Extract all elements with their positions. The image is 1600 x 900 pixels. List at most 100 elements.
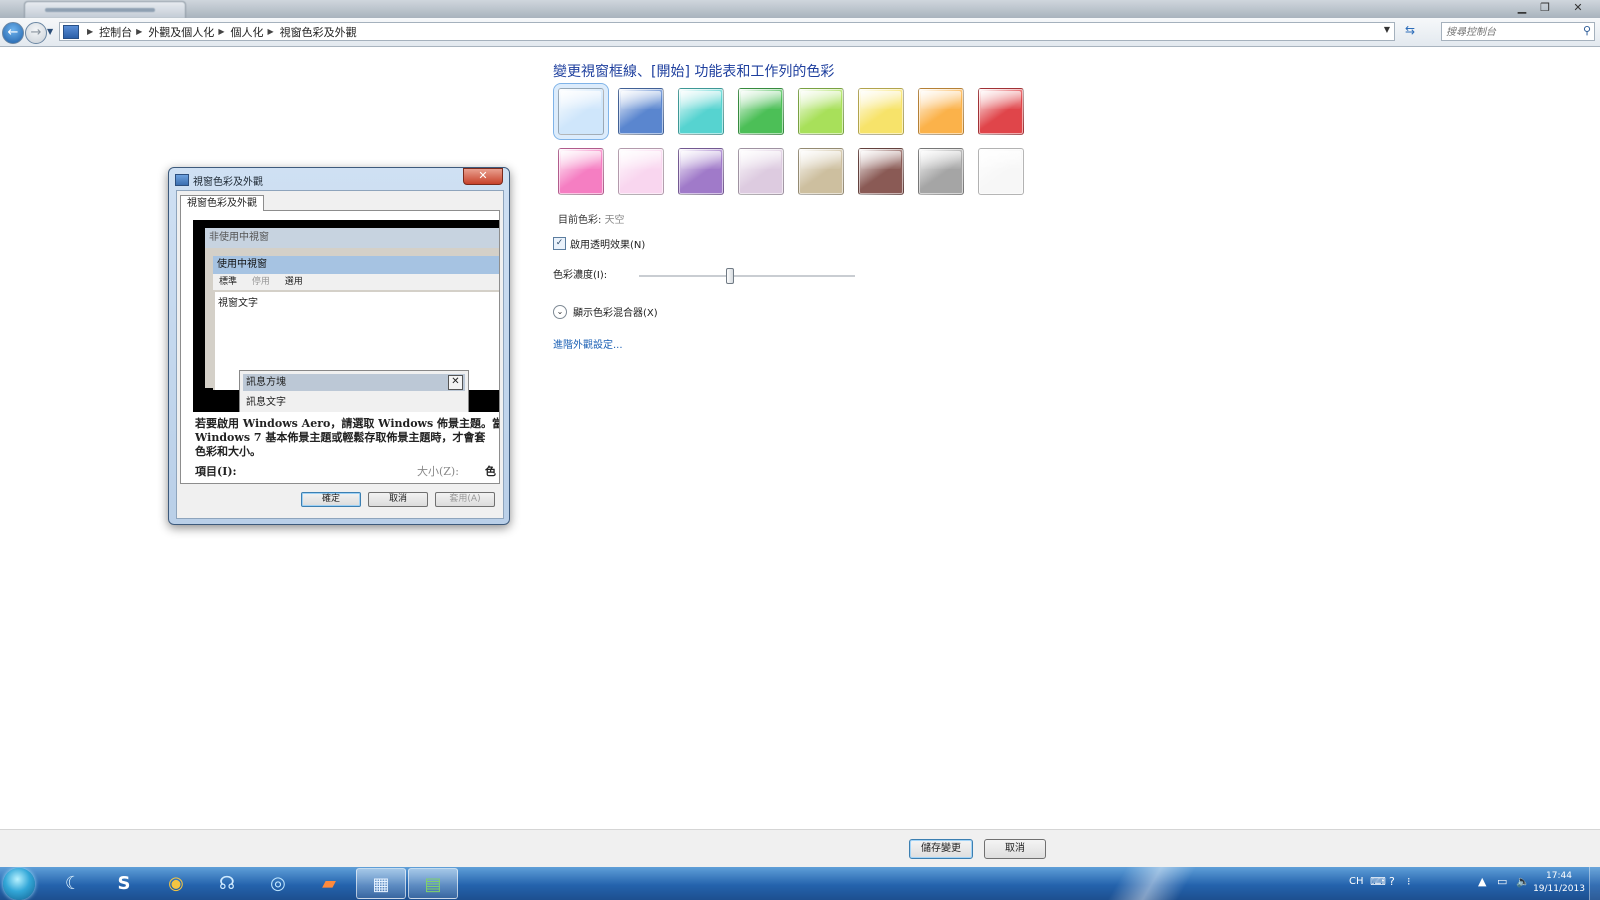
breadcrumb-arrow-icon[interactable]: ▶ — [136, 27, 142, 36]
color-swatch[interactable] — [558, 148, 604, 195]
maximize-button[interactable]: ❐ — [1536, 1, 1554, 15]
size-label: 大小(Z): — [417, 465, 459, 478]
taskbar-app-network-icon[interactable]: ☊ — [202, 868, 252, 899]
color-label: 色 — [485, 465, 496, 478]
breadcrumb-window-color[interactable]: 視窗色彩及外觀 — [280, 24, 357, 40]
dialog-close-button[interactable]: ✕ — [463, 168, 503, 185]
color-mixer-label: 顯示色彩混合器(X) — [573, 308, 658, 319]
cancel-button[interactable]: 取消 — [984, 839, 1046, 859]
taskbar-chrome-icon[interactable]: ◉ — [151, 868, 201, 899]
current-color-label: 目前色彩: — [558, 215, 602, 226]
message-box-text[interactable]: 訊息文字 — [240, 391, 468, 410]
page-title: 變更視窗框線、[開始] 功能表和工作列的色彩 — [553, 64, 835, 80]
appearance-preview[interactable]: 非使用中視窗 使用中視窗 標準 停用 選用 視窗文字 訊息方塊 ✕ 訊息文字 — [193, 220, 499, 412]
intensity-slider-thumb[interactable] — [725, 268, 734, 284]
search-field[interactable]: ⚲ — [1441, 22, 1595, 41]
menu-disabled[interactable]: 停用 — [252, 277, 270, 287]
window-title-bar: ▁ ❐ ✕ — [0, 0, 1600, 18]
color-swatch[interactable] — [678, 88, 724, 135]
color-swatch[interactable] — [978, 148, 1024, 195]
color-swatch[interactable] — [798, 88, 844, 135]
refresh-icon[interactable]: ⇆ — [1400, 23, 1420, 41]
taskbar-app-crescent-icon[interactable]: ☾ — [48, 868, 98, 899]
language-indicator[interactable]: CH — [1349, 876, 1364, 887]
save-changes-button[interactable]: 儲存變更 — [909, 839, 973, 859]
dialog-cancel-button[interactable]: 取消 — [368, 492, 428, 507]
color-swatch[interactable] — [618, 88, 664, 135]
chevron-down-icon[interactable]: ⌄ — [553, 304, 567, 319]
dialog-tab-panel: 非使用中視窗 使用中視窗 標準 停用 選用 視窗文字 訊息方塊 ✕ 訊息文字 若… — [180, 210, 500, 484]
color-swatch[interactable] — [918, 148, 964, 195]
message-box-title[interactable]: 訊息方塊 ✕ — [243, 374, 465, 391]
transparency-label: 啟用透明效果(N) — [570, 240, 646, 251]
color-swatch[interactable] — [678, 148, 724, 195]
aero-note-line: 若要啟用 Windows Aero，請選取 Windows 佈景主題。當 — [195, 417, 500, 430]
dialog-app-icon — [175, 174, 189, 186]
dialog-ok-button[interactable]: 確定 — [301, 492, 361, 507]
control-panel-icon — [63, 24, 79, 39]
taskbar-control-panel-icon[interactable]: ▦ — [356, 868, 406, 899]
intensity-slider-track[interactable] — [639, 275, 855, 278]
start-button[interactable] — [3, 868, 35, 900]
inactive-window-title[interactable]: 非使用中視窗 — [205, 228, 499, 248]
clock[interactable]: 17:44 19/11/2013 — [1530, 870, 1588, 896]
breadcrumb-appearance[interactable]: 外觀及個人化 — [148, 24, 214, 40]
close-icon: ✕ — [448, 375, 463, 390]
transparency-checkbox[interactable]: ✓ — [553, 237, 566, 250]
color-swatch[interactable] — [858, 148, 904, 195]
breadcrumb-personalization[interactable]: 個人化 — [230, 24, 263, 40]
transparency-option[interactable]: ✓ 啟用透明效果(N) — [553, 236, 645, 251]
color-swatch[interactable] — [918, 88, 964, 135]
forward-button[interactable]: → — [25, 22, 47, 44]
help-icon[interactable]: ? — [1389, 875, 1395, 888]
search-icon[interactable]: ⚲ — [1583, 24, 1591, 37]
color-swatch[interactable] — [738, 88, 784, 135]
aero-note-line: Windows 7 基本佈景主題或輕鬆存取佈景主題時，才會套 — [195, 431, 486, 444]
browser-tab[interactable] — [24, 1, 186, 18]
color-swatch[interactable] — [738, 148, 784, 195]
color-swatch[interactable] — [553, 83, 609, 140]
network-icon[interactable]: ▭ — [1497, 875, 1507, 888]
color-swatch[interactable] — [798, 148, 844, 195]
breadcrumb-arrow-icon[interactable]: ▶ — [267, 27, 273, 36]
color-swatch[interactable] — [978, 88, 1024, 135]
tab-window-color[interactable]: 視窗色彩及外觀 — [180, 195, 264, 211]
taskbar-personalize-icon[interactable]: ▤ — [408, 868, 458, 899]
dialog-apply-button[interactable]: 套用(A) — [435, 492, 495, 507]
footer-bar: 儲存變更 取消 — [0, 829, 1600, 868]
options-icon[interactable]: ⁝ — [1407, 875, 1411, 888]
taskbar-app-book-icon[interactable]: ▰ — [304, 868, 354, 899]
breadcrumb-arrow-icon[interactable]: ▶ — [218, 27, 224, 36]
taskbar-glare — [1080, 867, 1220, 900]
aero-note-line: 色彩和大小。 — [195, 445, 261, 458]
close-window-button[interactable]: ✕ — [1569, 1, 1587, 15]
recent-pages-dropdown-icon[interactable]: ▼ — [47, 27, 53, 36]
advanced-appearance-link[interactable]: 進階外觀設定... — [553, 336, 623, 351]
search-input[interactable] — [1442, 23, 1576, 41]
volume-muted-icon[interactable]: 🔈 — [1516, 875, 1530, 888]
item-label: 項目(I): — [195, 465, 237, 478]
breadcrumb-arrow-icon[interactable]: ▶ — [87, 27, 93, 36]
clock-date: 19/11/2013 — [1533, 884, 1585, 894]
current-color-value: 天空 — [604, 215, 625, 226]
item-size-row: 項目(I): 大小(Z): 色 — [195, 463, 499, 479]
address-bar[interactable]: ▶ 控制台 ▶ 外觀及個人化 ▶ 個人化 ▶ 視窗色彩及外觀 ▼ — [59, 22, 1395, 41]
color-mixer-toggle[interactable]: ⌄ 顯示色彩混合器(X) — [553, 304, 658, 319]
taskbar-app-s-icon[interactable]: S — [99, 868, 149, 899]
address-dropdown-icon[interactable]: ▼ — [1384, 25, 1390, 34]
show-hidden-icons-icon[interactable]: ▲ — [1478, 875, 1486, 888]
minimize-button[interactable]: ▁ — [1513, 1, 1531, 15]
menu-normal[interactable]: 標準 — [219, 277, 237, 287]
color-swatch[interactable] — [858, 88, 904, 135]
taskbar-app-pin-icon[interactable]: ◎ — [253, 868, 303, 899]
preview-message-box[interactable]: 訊息方塊 ✕ 訊息文字 確定 — [239, 370, 469, 412]
color-swatch[interactable] — [618, 148, 664, 195]
preview-active-window[interactable]: 使用中視窗 標準 停用 選用 視窗文字 訊息方塊 ✕ 訊息文字 確定 — [213, 256, 499, 412]
active-window-title[interactable]: 使用中視窗 — [213, 256, 499, 274]
menu-selected[interactable]: 選用 — [285, 277, 303, 287]
breadcrumb-control-panel[interactable]: 控制台 — [99, 24, 132, 40]
show-desktop-button[interactable] — [1589, 867, 1600, 900]
back-button[interactable]: ← — [2, 22, 24, 44]
keyboard-icon[interactable]: ⌨ — [1370, 875, 1386, 888]
message-box-title-text: 訊息方塊 — [246, 377, 286, 388]
